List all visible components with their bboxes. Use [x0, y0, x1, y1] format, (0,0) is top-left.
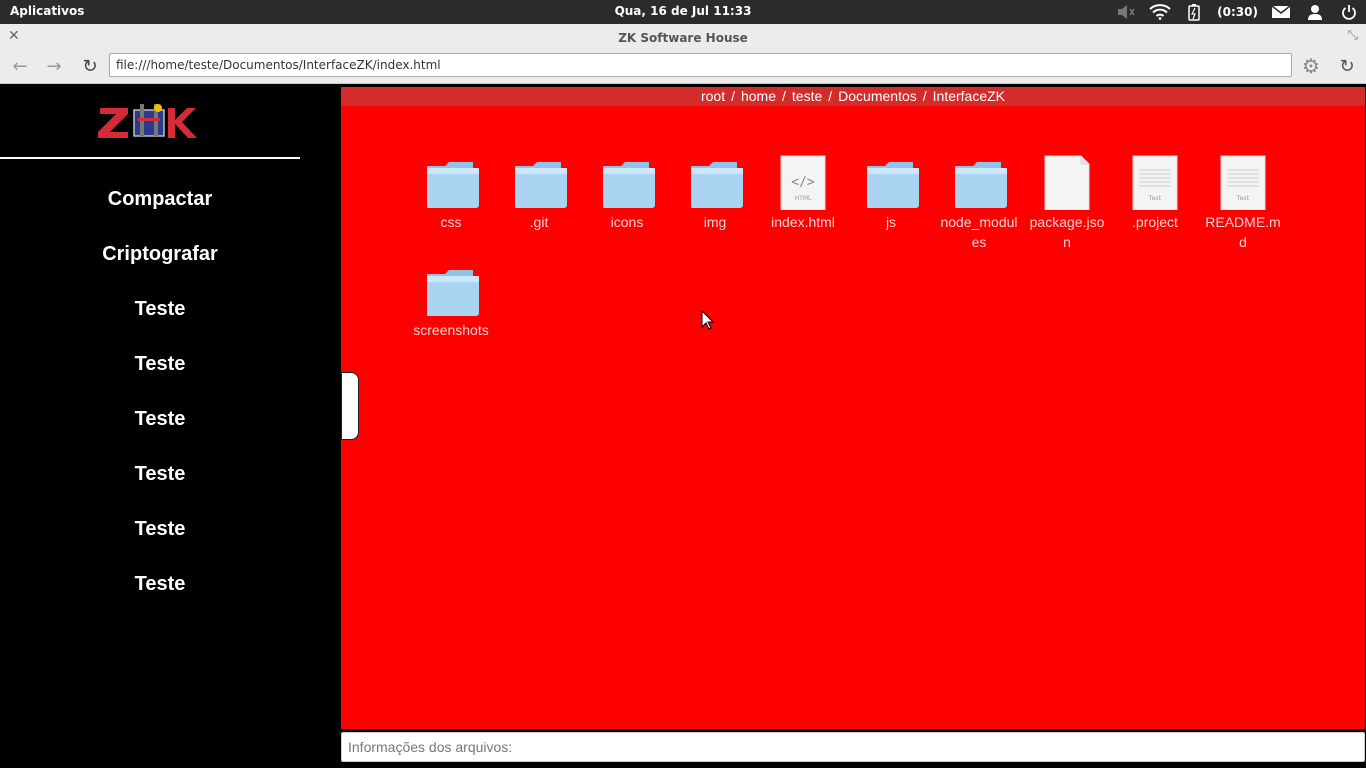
file-name: index.html: [771, 214, 835, 230]
sidebar-toggle-handle[interactable]: [341, 372, 359, 440]
menu-teste-6[interactable]: Teste: [0, 573, 320, 596]
html-file-icon: </> HTML: [780, 155, 826, 210]
file-item-git[interactable]: .git: [499, 154, 579, 232]
folder-icon: [427, 270, 479, 316]
file-name: node_modules: [940, 214, 1018, 250]
file-item-css[interactable]: css: [411, 154, 491, 232]
system-top-panel: Aplicativos Qua, 16 de Jul 11:33 (0:30): [0, 0, 1366, 24]
file-name: js: [885, 214, 897, 230]
menu-teste-2[interactable]: Teste: [0, 353, 320, 376]
battery-icon[interactable]: [1183, 3, 1205, 21]
restore-window-icon[interactable]: ⤡: [1348, 28, 1358, 43]
window-title: ZK Software House: [618, 31, 748, 45]
breadcrumb-teste[interactable]: teste: [792, 88, 822, 104]
menu-compactar[interactable]: Compactar: [0, 188, 320, 211]
breadcrumb-separator: /: [828, 88, 833, 104]
zk-logo: [98, 104, 197, 138]
power-icon[interactable]: [1338, 3, 1360, 21]
breadcrumb-documentos[interactable]: Documentos: [838, 88, 917, 104]
menu-teste-3[interactable]: Teste: [0, 408, 320, 431]
volume-muted-icon[interactable]: [1115, 3, 1137, 21]
svg-text:</>: </>: [791, 175, 815, 190]
breadcrumb-home[interactable]: home: [741, 88, 776, 104]
back-arrow-icon[interactable]: ←: [9, 56, 31, 78]
file-item-readme[interactable]: Text README.md: [1203, 154, 1283, 252]
folder-icon: [603, 162, 655, 208]
sidebar-divider: [0, 157, 300, 159]
file-item-js[interactable]: js: [851, 154, 931, 232]
file-name: screenshots: [413, 322, 489, 338]
file-item-icons[interactable]: icons: [587, 154, 667, 232]
battery-time: (0:30): [1217, 5, 1258, 19]
file-name: .git: [529, 214, 549, 230]
refresh-icon[interactable]: ↻: [1336, 56, 1358, 78]
settings-gear-icon[interactable]: ⚙: [1298, 54, 1324, 78]
file-item-node-modules[interactable]: node_modules: [939, 154, 1019, 252]
menu-teste-4[interactable]: Teste: [0, 463, 320, 486]
file-name: img: [703, 214, 727, 230]
file-browser-panel: root / home / teste / Documentos / InterfaceZK c…: [341, 87, 1365, 729]
sidebar: Compactar Criptografar Teste Teste Teste…: [0, 84, 340, 768]
breadcrumb-separator: /: [922, 88, 927, 104]
browser-title-bar: ✕ ZK Software House ⤡: [0, 24, 1366, 50]
system-tray: (0:30): [1115, 0, 1360, 24]
url-bar[interactable]: file:///home/teste/Documentos/InterfaceZ…: [109, 53, 1292, 77]
file-name: README.md: [1205, 214, 1281, 250]
folder-icon: [691, 162, 743, 208]
folder-icon: [955, 162, 1007, 208]
svg-text:HTML: HTML: [795, 195, 812, 202]
browser-toolbar: ← → ↻ file:///home/teste/Documentos/Inte…: [0, 50, 1366, 84]
page-content: Compactar Criptografar Teste Teste Teste…: [0, 84, 1366, 768]
mail-icon[interactable]: [1270, 3, 1292, 21]
folder-icon: [427, 162, 479, 208]
folder-icon: [515, 162, 567, 208]
file-item-img[interactable]: img: [675, 154, 755, 232]
text-file-icon: Text: [1220, 155, 1266, 210]
file-name: package.json: [1029, 214, 1105, 250]
menu-teste-5[interactable]: Teste: [0, 518, 320, 541]
menu-teste-1[interactable]: Teste: [0, 298, 320, 321]
file-item-index-html[interactable]: </> HTML index.html: [763, 154, 843, 232]
breadcrumb-separator: /: [731, 88, 735, 104]
user-icon[interactable]: [1304, 3, 1326, 21]
text-file-icon: Text: [1132, 155, 1178, 210]
folder-icon: [867, 162, 919, 208]
file-info-field[interactable]: Informações dos arquivos:: [341, 732, 1365, 762]
mouse-cursor-icon: [701, 310, 715, 330]
file-item-project[interactable]: Text .project: [1115, 154, 1195, 232]
forward-arrow-icon[interactable]: →: [43, 56, 65, 78]
breadcrumb-root[interactable]: root: [701, 88, 725, 104]
file-name: css: [440, 214, 462, 230]
breadcrumb-separator: /: [782, 88, 786, 104]
svg-text:Text: Text: [1236, 195, 1250, 202]
breadcrumb-interfacezk[interactable]: InterfaceZK: [933, 88, 1005, 104]
svg-text:Text: Text: [1148, 195, 1162, 202]
blank-file-icon: [1044, 155, 1090, 210]
menu-criptografar[interactable]: Criptografar: [0, 243, 320, 266]
reload-icon[interactable]: ↻: [79, 56, 101, 78]
file-name: .project: [1132, 214, 1178, 230]
file-name: icons: [610, 214, 644, 230]
wifi-icon[interactable]: [1149, 3, 1171, 21]
breadcrumb: root / home / teste / Documentos / InterfaceZK: [341, 87, 1365, 106]
file-item-package-json[interactable]: package.json: [1027, 154, 1107, 252]
file-item-screenshots[interactable]: screenshots: [411, 262, 491, 340]
